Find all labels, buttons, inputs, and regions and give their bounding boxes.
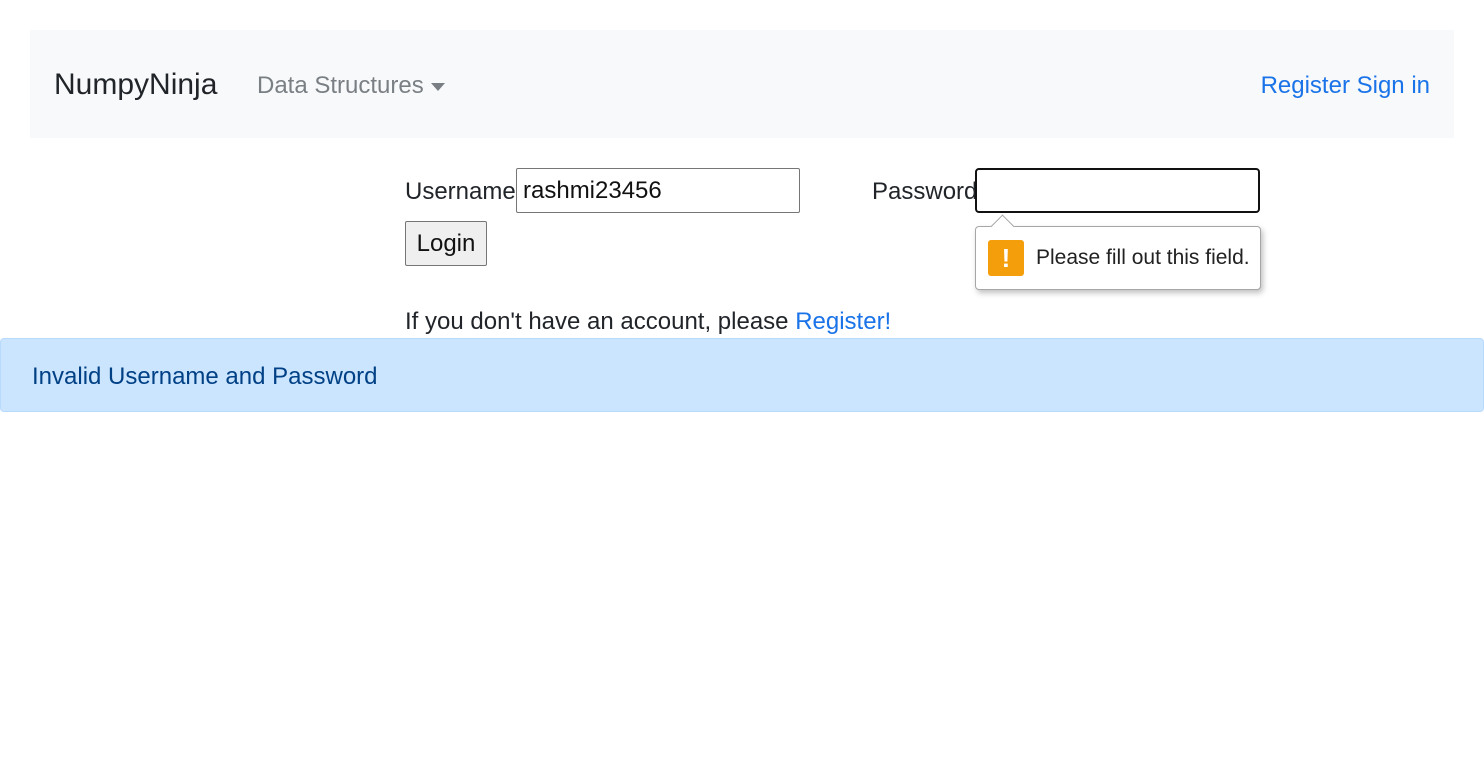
register-prompt: If you don't have an account, please Reg… [405,306,891,338]
alert-message: Invalid Username and Password [32,363,378,390]
navbar: NumpyNinja Data Structures Register Sign… [30,30,1454,138]
username-label: Username: [405,178,523,205]
warning-icon: ! [988,240,1024,276]
password-label: Password: [872,178,985,205]
password-input[interactable] [975,168,1260,213]
caret-down-icon [430,83,445,91]
tooltip-arrow [990,214,1015,239]
login-button[interactable]: Login [405,221,487,266]
signin-link[interactable]: Sign in [1357,72,1430,99]
data-structures-dropdown[interactable]: Data Structures [257,70,445,102]
brand-logo[interactable]: NumpyNinja [54,66,217,104]
validation-message: Please fill out this field. [1036,246,1250,269]
error-alert: Invalid Username and Password [0,338,1484,412]
register-prompt-text: If you don't have an account, please [405,308,796,335]
username-input[interactable] [516,168,800,213]
register-link[interactable]: Register [1261,72,1350,99]
nav-auth-links: Register Sign in [1261,70,1430,102]
login-page: NumpyNinja Data Structures Register Sign… [0,0,1484,783]
validation-tooltip: ! Please fill out this field. [975,214,1261,290]
register-now-link[interactable]: Register! [795,308,891,335]
dropdown-label: Data Structures [257,72,424,99]
